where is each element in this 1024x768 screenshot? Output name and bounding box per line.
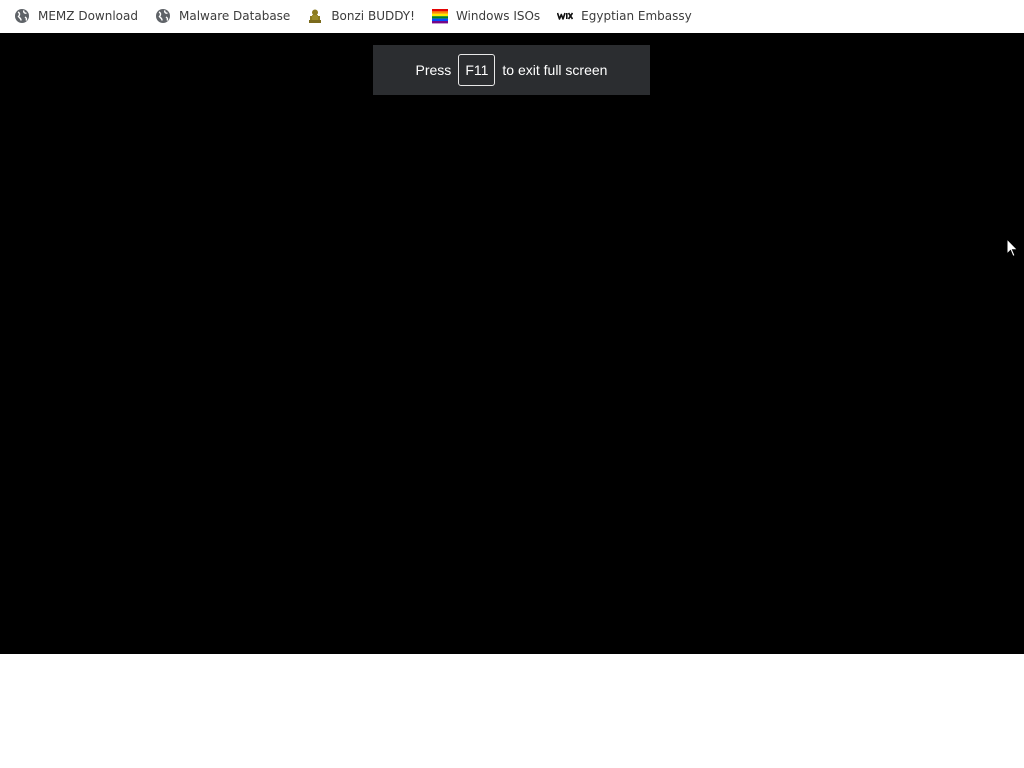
toast-suffix: to exit full screen <box>502 62 608 78</box>
exit-fullscreen-toast: Press F11 to exit full screen <box>373 45 650 95</box>
fullscreen-video-area[interactable]: Press F11 to exit full screen <box>0 33 1024 654</box>
globe-icon <box>155 8 171 24</box>
bookmark-malware-database[interactable]: Malware Database <box>155 4 290 28</box>
bookmark-label: Bonzi BUDDY! <box>331 9 415 23</box>
bookmark-label: Windows ISOs <box>455 9 541 23</box>
rainbow-flag-icon <box>431 8 448 24</box>
wix-icon <box>557 8 574 24</box>
bookmark-label: MEMZ Download <box>38 9 138 23</box>
mouse-cursor-icon <box>1006 238 1019 258</box>
bookmark-label: Egyptian Embassy <box>581 9 692 23</box>
bookmarks-bar: MEMZ Download Malware Database Bonzi BUD… <box>0 0 1024 32</box>
bookmark-bonzi-buddy[interactable]: Bonzi BUDDY! <box>307 4 415 28</box>
bookmark-label: Malware Database <box>178 9 291 23</box>
page-bottom-area <box>0 654 1024 768</box>
bookmark-memz-download[interactable]: MEMZ Download <box>14 4 138 28</box>
f11-keycap: F11 <box>458 54 496 86</box>
globe-icon <box>14 8 30 24</box>
bonzi-icon <box>307 8 323 24</box>
toast-prefix: Press <box>415 62 452 78</box>
bookmark-egyptian-embassy[interactable]: Egyptian Embassy <box>557 4 692 28</box>
bookmark-windows-isos[interactable]: Windows ISOs <box>431 4 541 28</box>
